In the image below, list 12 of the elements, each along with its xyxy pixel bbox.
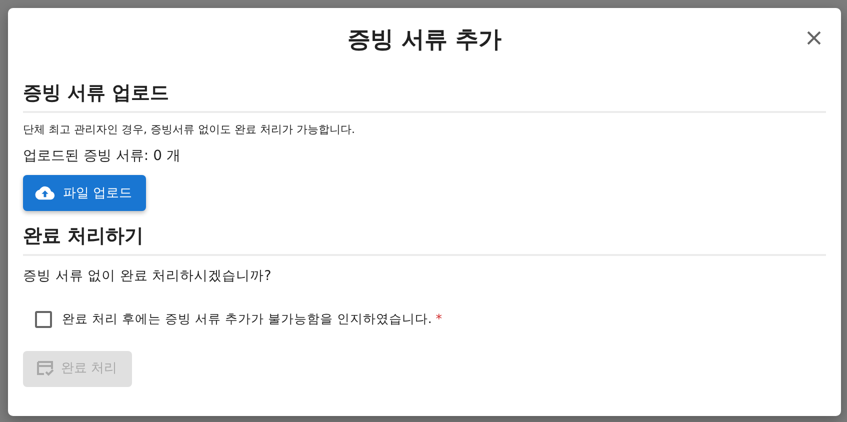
count-text: 업로드된 증빙 서류: 0 개	[23, 147, 182, 166]
question-text: 증빙 서류 없이 완료 처리하시겠습니까?	[23, 267, 272, 286]
section-heading: 완료 처리하기	[23, 225, 826, 256]
card-check-icon	[35, 360, 55, 378]
upload-button[interactable]: 파일 업로드	[23, 175, 146, 212]
close-icon	[806, 30, 822, 46]
dialog-title: 증빙 서류 추가	[347, 26, 502, 55]
checkbox[interactable]	[35, 311, 52, 328]
note-text: 단체 최고 관리자인 경우, 증빙서류 없이도 완료 처리가 가능합니다.	[23, 122, 356, 138]
cloud-upload-icon	[35, 186, 55, 200]
section-heading: 증빙 서류 업로드	[23, 82, 826, 113]
checkbox-label: 완료 처리 후에는 증빙 서류 추가가 불가능함을 인지하였습니다. *	[62, 310, 442, 328]
